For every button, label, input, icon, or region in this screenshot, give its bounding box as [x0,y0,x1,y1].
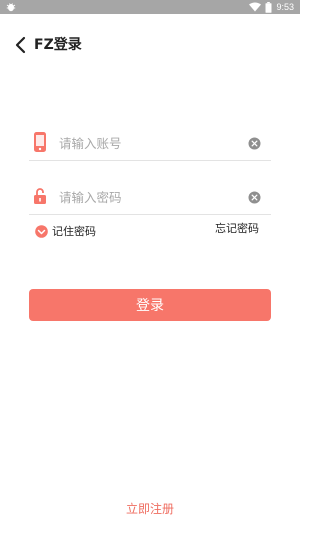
clear-circle-icon[interactable] [248,191,261,204]
wifi-icon [249,2,262,12]
lock-icon [34,188,46,204]
status-time: 9:53 [276,2,294,12]
account-field [29,127,271,161]
remember-password-label: 记住密码 [52,225,96,238]
back-chevron-left-icon[interactable] [14,36,28,54]
login-button[interactable]: 登录 [29,289,271,321]
checked-circle-icon [35,224,48,238]
forgot-password-link[interactable]: 忘记密码 [215,221,259,237]
password-input[interactable] [59,187,239,207]
debug-bug-icon [6,3,16,12]
password-field [29,181,271,215]
status-right-cluster: 9:53 [249,1,294,13]
header: FZ登录 [0,28,300,62]
phone-icon [34,132,46,152]
remember-password-checkbox[interactable]: 记住密码 [35,221,96,241]
clear-circle-icon[interactable] [248,137,261,150]
page-title: FZ登录 [34,37,82,53]
battery-icon [265,1,272,13]
status-bar: 9:53 [0,0,300,14]
account-input[interactable] [59,133,239,153]
register-link[interactable]: 立即注册 [0,500,300,517]
